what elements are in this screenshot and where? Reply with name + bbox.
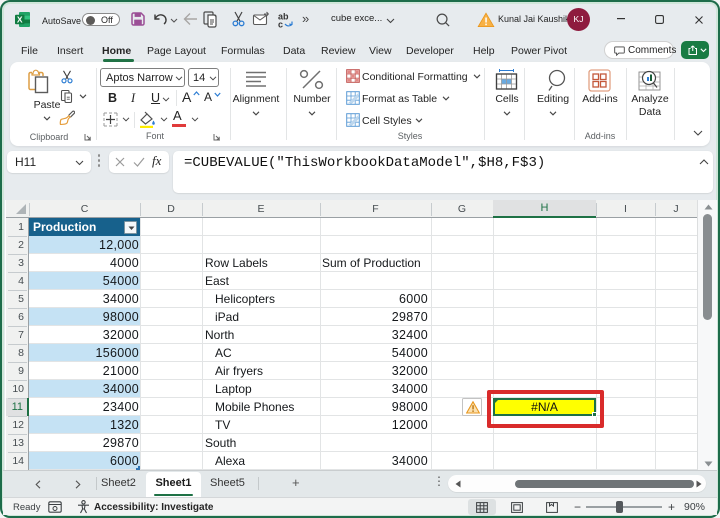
svg-text:X: X: [17, 15, 23, 25]
svg-text:c: c: [278, 20, 283, 30]
